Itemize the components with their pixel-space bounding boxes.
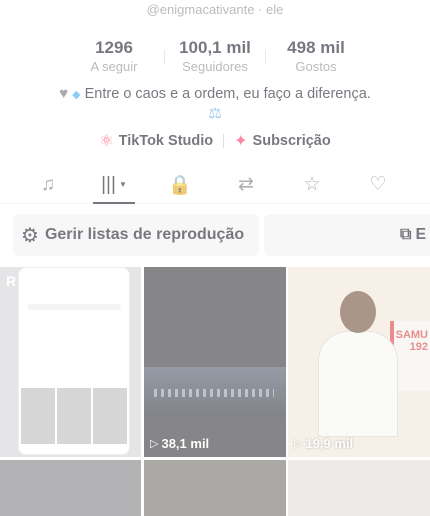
bio-text: Entre o caos e a ordem, eu faço a difere… — [84, 86, 371, 102]
phone-bar — [27, 304, 121, 310]
caret-down-icon: ▼ — [118, 180, 127, 189]
music-icon: ♫ — [40, 173, 56, 195]
stat-following-value: 1296 — [95, 38, 133, 57]
video-thumbnail[interactable] — [144, 460, 286, 516]
video-thumbnail[interactable]: R — [0, 267, 141, 457]
tab-music[interactable]: ♫ — [15, 166, 81, 203]
stat-followers-label: Seguidores — [182, 59, 248, 74]
link-divider — [223, 134, 225, 148]
second-playlist-button[interactable]: ⧉ E — [264, 214, 430, 256]
profile-stats: 1296 A seguir 100,1 mil Seguidores 498 m… — [0, 38, 430, 74]
video-thumbnail[interactable] — [288, 460, 430, 516]
diamond-icon: ◆ — [72, 89, 81, 101]
tab-reposts[interactable]: ⇄ — [213, 166, 279, 203]
thumbnail-letter: R — [6, 273, 17, 289]
samu-number: 192 — [409, 341, 428, 353]
gear-icon: ⚙ — [21, 224, 39, 247]
liked-icon: ♡ — [369, 174, 387, 195]
stat-likes[interactable]: 498 mil Gostos — [266, 38, 366, 74]
profile-handle: @enigmacativante · ele — [146, 2, 284, 17]
city-lights — [154, 389, 274, 397]
tab-favorites[interactable]: ☆ — [279, 166, 345, 203]
view-count: ▷ 19,9 mil — [294, 436, 353, 451]
view-count-value: 38,1 mil — [161, 436, 210, 451]
stat-likes-label: Gostos — [295, 59, 337, 74]
stat-following[interactable]: 1296 A seguir — [64, 38, 164, 74]
video-thumbnail[interactable]: SAMU 192 ▷ 19,9 mil — [288, 267, 430, 457]
samu-text: SAMU — [395, 329, 428, 341]
doctor-coat — [318, 331, 398, 437]
stat-following-label: A seguir — [90, 59, 138, 74]
doctor-head — [340, 291, 376, 333]
tab-private[interactable]: 🔒 — [147, 166, 213, 203]
tiktok-studio-label: TikTok Studio — [118, 133, 214, 149]
view-count-value: 19,9 mil — [305, 436, 354, 451]
grid-icon: ||| — [101, 173, 116, 195]
scales-icon: ⚖ — [208, 105, 222, 122]
stat-followers[interactable]: 100,1 mil Seguidores — [165, 38, 265, 74]
stat-likes-value: 498 mil — [287, 38, 345, 57]
samu-label: SAMU 192 — [396, 329, 428, 353]
view-count: ▷ 38,1 mil — [150, 436, 209, 451]
profile-tabs: ♫ ||| ▼ 🔒 ⇄ ☆ ♡ — [0, 166, 430, 204]
manage-playlists-label: Gerir listas de reprodução — [44, 226, 245, 243]
stat-followers-value: 100,1 mil — [179, 38, 251, 57]
second-playlist-label: E — [415, 226, 427, 243]
repost-icon: ⇄ — [238, 174, 254, 195]
play-icon: ▷ — [150, 438, 159, 450]
heart-icon: ♥ — [59, 85, 69, 102]
phone-thumbs — [21, 388, 127, 444]
subscription-label: Subscrição — [252, 133, 331, 149]
subscription-link[interactable]: ✦ Subscrição — [234, 131, 331, 151]
tab-videos[interactable]: ||| ▼ — [81, 166, 147, 204]
doctor-image — [318, 287, 398, 437]
subscription-icon: ✦ — [234, 133, 248, 150]
phone-screenshot-image — [18, 267, 130, 455]
video-thumbnail[interactable]: ▷ 38,1 mil — [144, 267, 286, 457]
favorites-icon: ☆ — [303, 174, 321, 195]
lock-icon: 🔒 — [168, 174, 192, 196]
profile-bio: ♥ ◆ Entre o caos e a ordem, eu faço a di… — [0, 85, 430, 102]
tiktok-studio-link[interactable]: ⚛ TikTok Studio — [99, 131, 213, 151]
manage-playlists-button[interactable]: ⚙ Gerir listas de reprodução — [13, 214, 259, 256]
video-thumbnail[interactable] — [0, 460, 141, 516]
profile-links: ⚛ TikTok Studio ✦ Subscrição — [0, 131, 430, 151]
tab-liked[interactable]: ♡ — [345, 166, 411, 203]
playlist-icon: ⧉ — [400, 226, 412, 243]
playlist-row: ⚙ Gerir listas de reprodução ⧉ E — [0, 214, 430, 256]
play-icon: ▷ — [294, 438, 303, 450]
tiktok-studio-icon: ⚛ — [99, 133, 114, 150]
